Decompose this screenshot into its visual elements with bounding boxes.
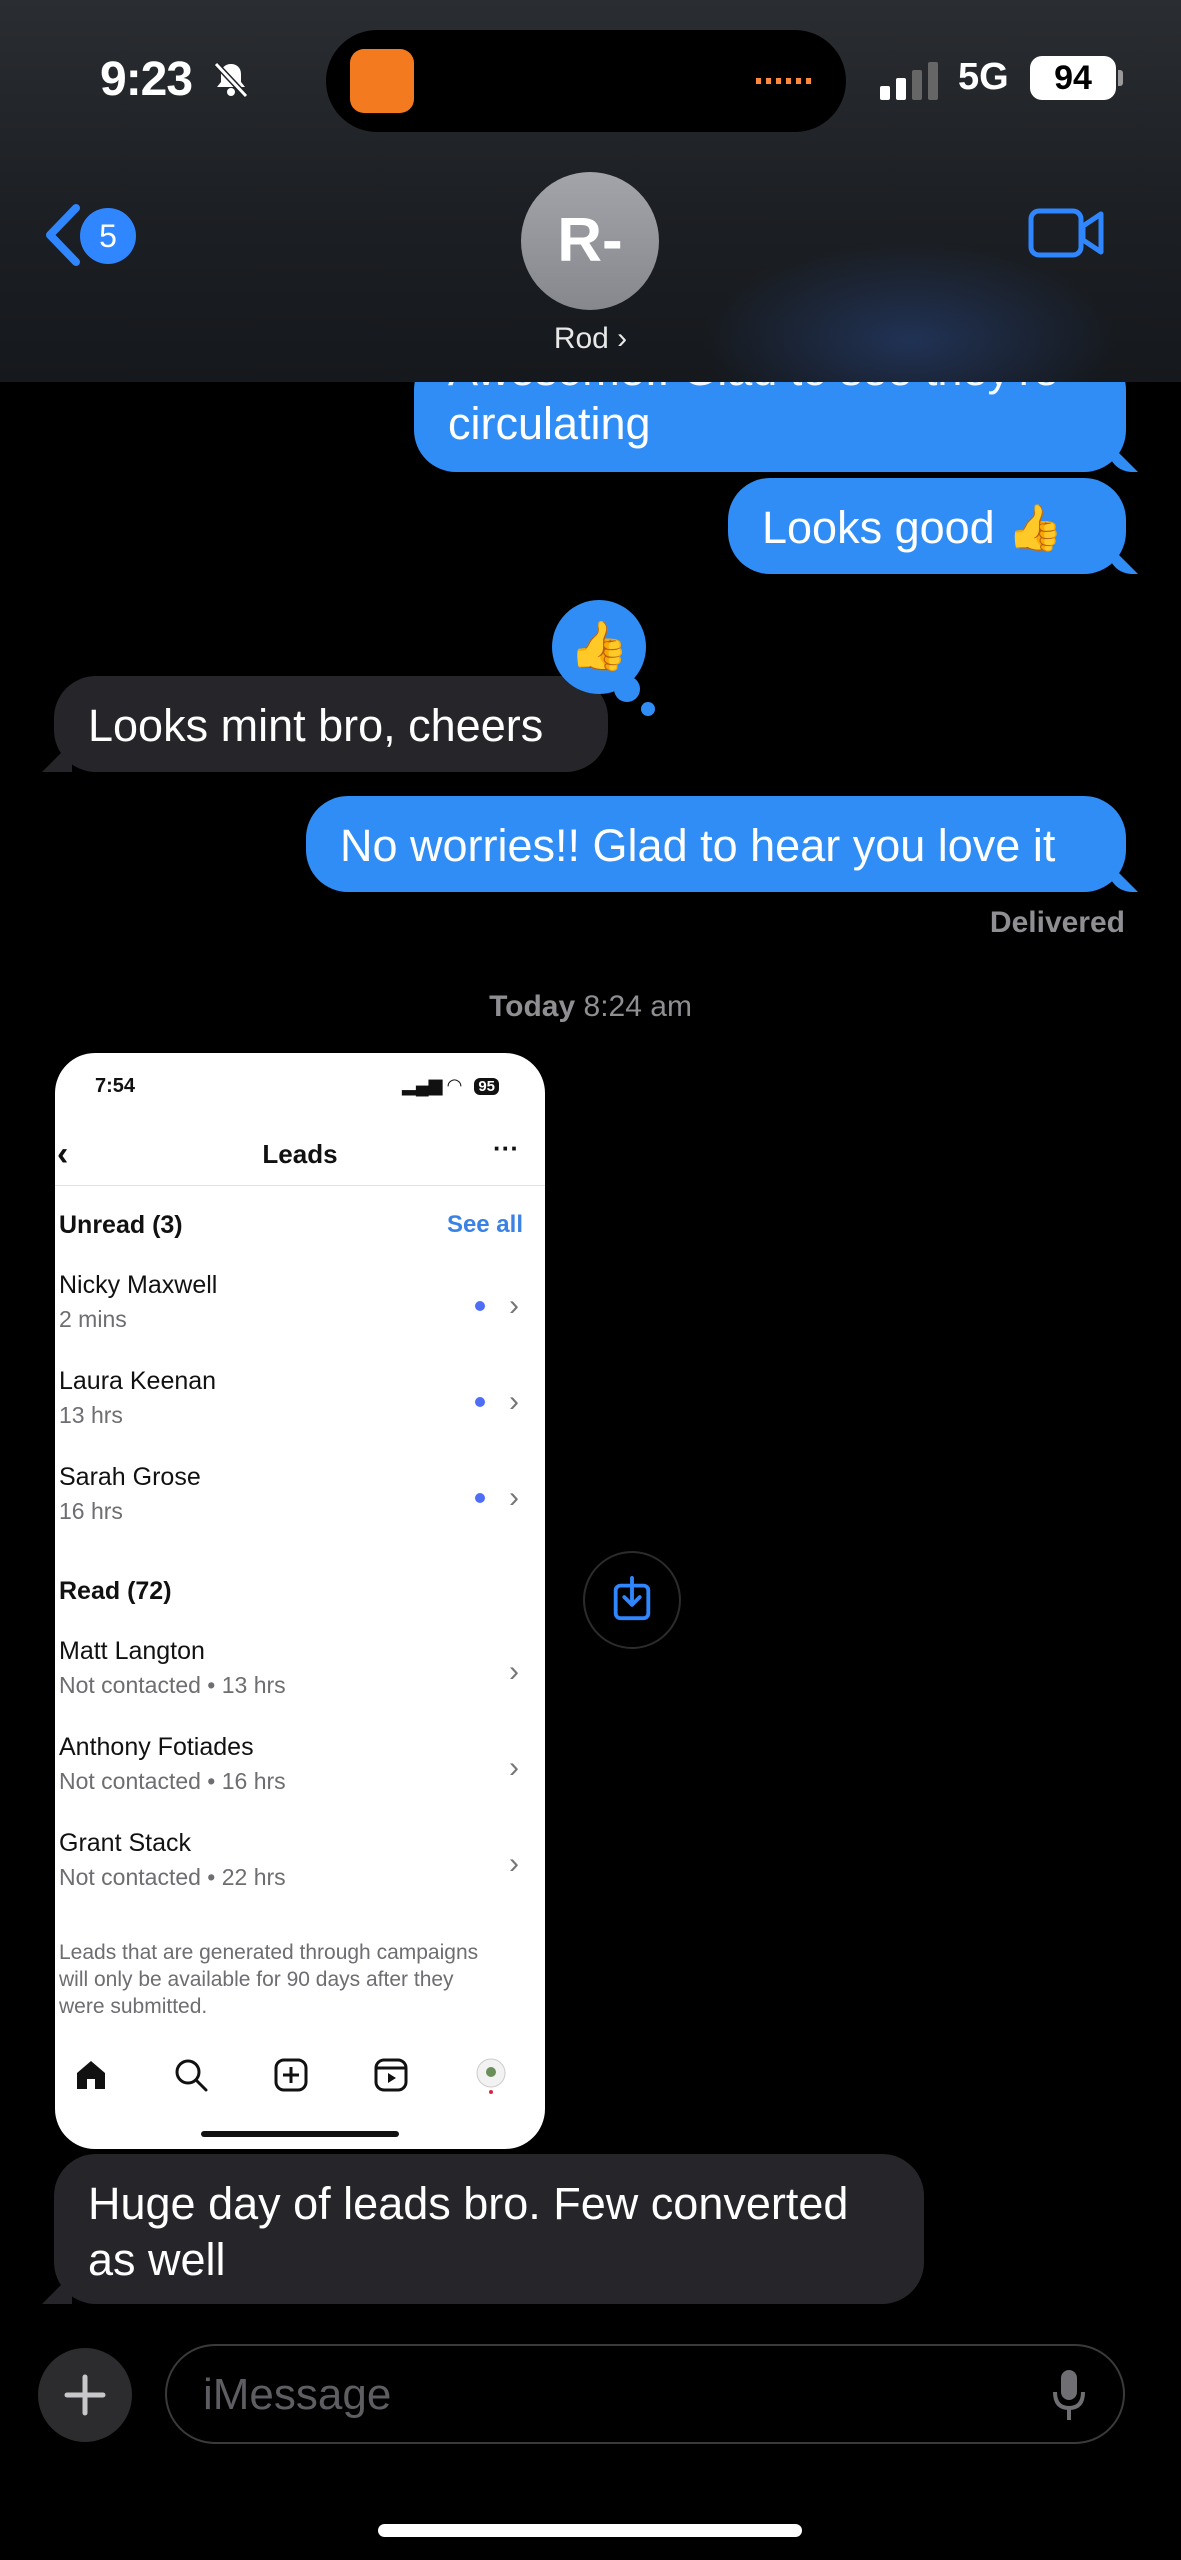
- network-type: 5G: [958, 56, 1009, 98]
- message-bubble-incoming[interactable]: Huge day of leads bro. Few converted as …: [54, 2154, 924, 2304]
- timestamp: Today 8:24 am: [0, 990, 1181, 1024]
- screenshot-tab-bar: [55, 2055, 545, 2105]
- lead-name: Laura Keenan: [59, 1367, 217, 1395]
- chevron-right-icon: ›: [509, 1289, 519, 1322]
- lead-row: Nicky Maxwell 2 mins ›: [59, 1271, 539, 1351]
- timestamp-time: 8:24 am: [583, 990, 692, 1023]
- screenshot-signal-icon: ▂▄▆: [401, 1075, 443, 1095]
- lead-time: 16 hrs: [59, 1498, 123, 1524]
- lead-name: Nicky Maxwell: [59, 1271, 218, 1299]
- lead-status: Not contacted • 13 hrs: [59, 1672, 286, 1698]
- lead-time: 13 hrs: [59, 1402, 123, 1428]
- unread-dot: [475, 1301, 485, 1311]
- screenshot-battery: 95: [474, 1078, 499, 1095]
- chevron-right-icon: ›: [509, 1385, 519, 1418]
- contact-name[interactable]: Rod ›: [0, 322, 1181, 356]
- lead-status: Not contacted • 22 hrs: [59, 1864, 286, 1890]
- search-icon: [175, 2059, 208, 2092]
- lead-row: Grant Stack Not contacted • 22 hrs ›: [59, 1829, 539, 1909]
- message-text: Huge day of leads bro. Few converted as …: [88, 2178, 849, 2285]
- status-time: 9:23: [100, 53, 193, 106]
- screenshot-status-icons: ▂▄▆ ◠ 95: [402, 1075, 499, 1096]
- message-bubble-outgoing[interactable]: No worries!! Glad to hear you love it: [306, 796, 1126, 892]
- save-image-icon[interactable]: [583, 1551, 681, 1649]
- screenshot-more-icon: ···: [493, 1133, 519, 1163]
- unread-dot: [475, 1397, 485, 1407]
- conversation-header: 9:23 5G 94 5 R- Rod ›: [0, 0, 1181, 382]
- microphone-icon[interactable]: [1051, 2368, 1087, 2422]
- message-text: Looks mint bro, cheers: [88, 700, 544, 751]
- timestamp-day: Today: [489, 990, 576, 1023]
- cellular-signal-icon: [880, 62, 938, 100]
- leads-footnote: Leads that are generated through campaig…: [59, 1941, 479, 2018]
- tapback-tail-dot: [641, 702, 655, 716]
- profile-avatar-icon: [476, 2058, 506, 2094]
- see-all-link: See all: [446, 1211, 523, 1238]
- lead-time: 2 mins: [59, 1306, 127, 1332]
- screenshot-title: Leads: [262, 1139, 338, 1169]
- silent-bell-icon: [213, 61, 249, 99]
- message-text: circulating: [448, 398, 651, 449]
- battery-indicator: 94: [1030, 56, 1116, 100]
- lead-name: Anthony Fotiades: [59, 1733, 254, 1761]
- battery-cap: [1118, 70, 1123, 86]
- live-activity-app-icon: [350, 49, 414, 113]
- add-attachment-icon[interactable]: [38, 2348, 132, 2442]
- lead-status: Not contacted • 16 hrs: [59, 1768, 286, 1794]
- unread-dot: [475, 1493, 485, 1503]
- chevron-right-icon: ›: [509, 1655, 519, 1688]
- create-icon: [274, 2058, 308, 2092]
- lead-name: Grant Stack: [59, 1829, 191, 1857]
- delivery-status: Delivered: [989, 906, 1125, 939]
- message-text: No worries!! Glad to hear you love it: [340, 820, 1056, 871]
- lead-name: Matt Langton: [59, 1637, 205, 1665]
- lead-row: Sarah Grose 16 hrs ›: [59, 1463, 539, 1543]
- facetime-video-icon[interactable]: [1028, 206, 1104, 260]
- chevron-right-icon: ›: [509, 1847, 519, 1880]
- contact-avatar[interactable]: R-: [521, 172, 659, 310]
- message-input-placeholder: iMessage: [203, 2370, 392, 2419]
- home-indicator: [378, 2524, 802, 2537]
- screenshot-time: 7:54: [95, 1075, 136, 1097]
- message-bubble-outgoing[interactable]: Looks good 👍: [728, 478, 1126, 574]
- divider: [55, 1185, 545, 1186]
- message-text: Looks good 👍: [762, 502, 1064, 553]
- reels-icon: [374, 2058, 408, 2092]
- home-icon: [77, 2061, 105, 2089]
- unread-section-header: Unread (3): [59, 1211, 183, 1239]
- lead-name: Sarah Grose: [59, 1463, 201, 1491]
- lead-row: Anthony Fotiades Not contacted • 16 hrs …: [59, 1733, 539, 1813]
- message-bubble-incoming[interactable]: Looks mint bro, cheers: [54, 676, 608, 772]
- read-section-header: Read (72): [59, 1577, 172, 1605]
- unread-count-badge[interactable]: 5: [80, 208, 136, 264]
- message-input[interactable]: iMessage: [165, 2344, 1125, 2444]
- screenshot-home-indicator: [201, 2131, 399, 2137]
- chevron-right-icon: ›: [509, 1481, 519, 1514]
- dynamic-island[interactable]: [326, 30, 846, 132]
- chevron-right-icon: ›: [509, 1751, 519, 1784]
- tapback-tail: [614, 676, 640, 702]
- screenshot-wifi-icon: ◠: [447, 1075, 462, 1095]
- image-attachment[interactable]: 7:54 ▂▄▆ ◠ 95 ‹ Leads ··· Unread (3) See…: [55, 1053, 545, 2149]
- lead-row: Matt Langton Not contacted • 13 hrs ›: [59, 1637, 539, 1717]
- lead-row: Laura Keenan 13 hrs ›: [59, 1367, 539, 1447]
- live-activity-indicator: [756, 78, 816, 84]
